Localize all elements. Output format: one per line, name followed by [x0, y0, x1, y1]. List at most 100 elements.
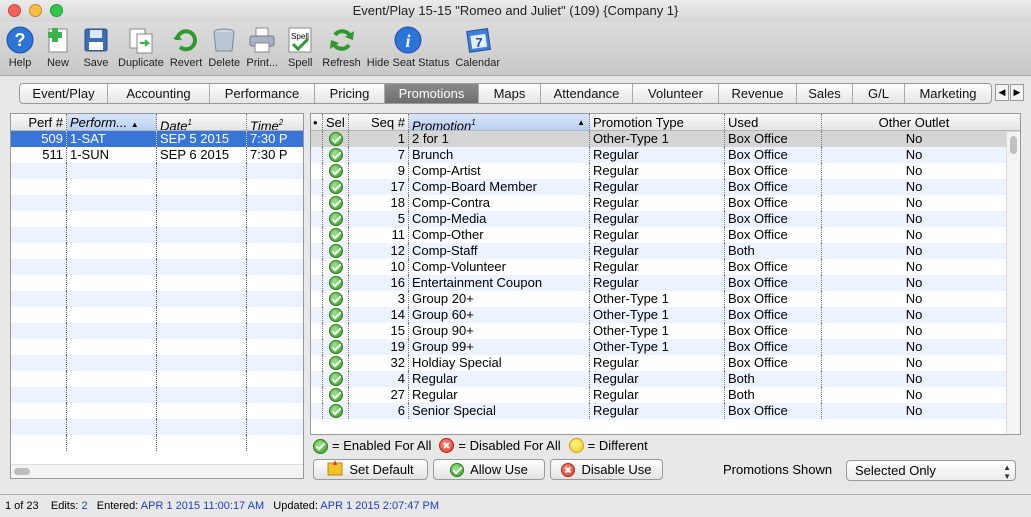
sel-cell[interactable]	[323, 403, 349, 419]
sel-cell[interactable]	[323, 243, 349, 259]
tab-accounting[interactable]: Accounting	[108, 84, 210, 103]
column-promotion[interactable]: Promotion1 ▲	[409, 114, 590, 130]
calendar-button[interactable]: 7 Calendar	[455, 22, 500, 69]
sel-cell[interactable]	[323, 179, 349, 195]
new-button[interactable]: New	[42, 22, 74, 69]
column-other-outlet[interactable]: Other Outlet	[822, 114, 1006, 130]
sel-cell[interactable]	[323, 211, 349, 227]
table-row[interactable]: 7 Brunch Regular Box Office No	[311, 147, 1020, 163]
refresh-button[interactable]: Refresh	[322, 22, 361, 69]
promotion-cell: Comp-Volunteer	[409, 259, 590, 275]
table-row[interactable]: 4 Regular Regular Both No	[311, 371, 1020, 387]
revert-button[interactable]: Revert	[170, 22, 202, 69]
scrollbar-thumb[interactable]	[14, 468, 30, 475]
empty-cell	[11, 275, 67, 291]
promotions-list[interactable]: • Sel Seq # Promotion1 ▲ Promotion Type U…	[310, 113, 1021, 435]
duplicate-button[interactable]: Duplicate	[118, 22, 164, 69]
sel-cell[interactable]	[323, 371, 349, 387]
column-date[interactable]: Date1	[157, 114, 247, 130]
table-row[interactable]: 10 Comp-Volunteer Regular Box Office No	[311, 259, 1020, 275]
sel-cell[interactable]	[323, 147, 349, 163]
vertical-scrollbar[interactable]	[1006, 132, 1020, 434]
sel-cell[interactable]	[323, 387, 349, 403]
table-row[interactable]: 12 for 1 Other-Type 1 Box Office No	[311, 131, 1020, 147]
empty-cell	[157, 323, 247, 339]
tab-pricing[interactable]: Pricing	[315, 84, 385, 103]
minimize-window-button[interactable]	[29, 4, 42, 17]
table-row[interactable]: 511 1-SUN SEP 6 2015 7:30 P	[11, 147, 303, 163]
empty-cell	[157, 355, 247, 371]
tab-attendance[interactable]: Attendance	[541, 84, 633, 103]
tab-revenue[interactable]: Revenue	[719, 84, 797, 103]
column-sel[interactable]: Sel	[323, 114, 349, 130]
table-row[interactable]: 18 Comp-Contra Regular Box Office No	[311, 195, 1020, 211]
tab-maps[interactable]: Maps	[479, 84, 541, 103]
empty-cell	[67, 179, 157, 195]
sel-cell[interactable]	[323, 259, 349, 275]
tab-scroll-left-icon[interactable]: ◀	[995, 84, 1009, 101]
scrollbar-thumb[interactable]	[1010, 136, 1017, 154]
table-row[interactable]: 6 Senior Special Regular Box Office No	[311, 403, 1020, 419]
table-row[interactable]: 32 Holdiay Special Regular Box Office No	[311, 355, 1020, 371]
spell-button[interactable]: Spell Spell	[284, 22, 316, 69]
table-row[interactable]: 9 Comp-Artist Regular Box Office No	[311, 163, 1020, 179]
close-window-button[interactable]	[8, 4, 21, 17]
tab-marketing[interactable]: Marketing	[905, 84, 991, 103]
horizontal-scrollbar[interactable]	[11, 464, 303, 478]
promotion-type-cell: Regular	[590, 243, 725, 259]
table-row[interactable]: 11 Comp-Other Regular Box Office No	[311, 227, 1020, 243]
column-used[interactable]: Used	[725, 114, 822, 130]
tab-gl[interactable]: G/L	[853, 84, 905, 103]
print-button[interactable]: Print...	[246, 22, 278, 69]
tab-volunteer[interactable]: Volunteer	[633, 84, 719, 103]
sel-cell[interactable]	[323, 163, 349, 179]
table-row[interactable]: 5 Comp-Media Regular Box Office No	[311, 211, 1020, 227]
sel-cell[interactable]	[323, 131, 349, 147]
table-row[interactable]: 509 1-SAT SEP 5 2015 7:30 P	[11, 131, 303, 147]
hide-seat-status-button[interactable]: i Hide Seat Status	[367, 22, 449, 69]
allow-use-button[interactable]: Allow Use	[433, 459, 545, 480]
table-row[interactable]: 16 Entertainment Coupon Regular Box Office N…	[311, 275, 1020, 291]
enabled-icon	[450, 462, 465, 477]
enabled-icon	[328, 244, 343, 258]
column-bullet[interactable]: •	[311, 114, 323, 130]
empty-cell	[11, 163, 67, 179]
tab-performance[interactable]: Performance	[210, 84, 315, 103]
sel-cell[interactable]	[323, 355, 349, 371]
empty-cell	[157, 195, 247, 211]
promotion-type-cell: Other-Type 1	[590, 339, 725, 355]
column-seq[interactable]: Seq #	[349, 114, 409, 130]
table-row[interactable]: 27 Regular Regular Both No	[311, 387, 1020, 403]
column-perf-number[interactable]: Perf #	[11, 114, 67, 130]
sel-cell[interactable]	[323, 323, 349, 339]
sel-cell[interactable]	[323, 307, 349, 323]
zoom-window-button[interactable]	[50, 4, 63, 17]
help-button[interactable]: ? Help	[4, 22, 36, 69]
tab-scroll-right-icon[interactable]: ▶	[1010, 84, 1024, 101]
sel-cell[interactable]	[323, 291, 349, 307]
empty-cell	[247, 211, 303, 227]
sel-cell[interactable]	[323, 195, 349, 211]
table-row[interactable]: 15 Group 90+ Other-Type 1 Box Office No	[311, 323, 1020, 339]
disable-use-button[interactable]: Disable Use	[550, 459, 663, 480]
performance-list[interactable]: Perf # Perform... ▲ Date1 Time2 509 1-SA…	[10, 113, 304, 479]
set-default-button[interactable]: Set Default	[313, 459, 428, 480]
sel-cell[interactable]	[323, 227, 349, 243]
column-promotion-type[interactable]: Promotion Type	[590, 114, 725, 130]
sel-cell[interactable]	[323, 275, 349, 291]
seq-cell: 5	[349, 211, 409, 227]
delete-button[interactable]: Delete	[208, 22, 240, 69]
column-performance[interactable]: Perform... ▲	[67, 114, 157, 130]
table-row[interactable]: 14 Group 60+ Other-Type 1 Box Office No	[311, 307, 1020, 323]
column-time[interactable]: Time2	[247, 114, 303, 130]
table-row[interactable]: 12 Comp-Staff Regular Both No	[311, 243, 1020, 259]
table-row[interactable]: 19 Group 99+ Other-Type 1 Box Office No	[311, 339, 1020, 355]
tab-promotions[interactable]: Promotions	[385, 84, 479, 103]
sel-cell[interactable]	[323, 339, 349, 355]
tab-event-play[interactable]: Event/Play	[20, 84, 108, 103]
promotions-shown-select[interactable]: Selected Only ▲ ▼	[846, 460, 1016, 481]
table-row[interactable]: 3 Group 20+ Other-Type 1 Box Office No	[311, 291, 1020, 307]
table-row[interactable]: 17 Comp-Board Member Regular Box Office No	[311, 179, 1020, 195]
save-button[interactable]: Save	[80, 22, 112, 69]
tab-sales[interactable]: Sales	[797, 84, 853, 103]
